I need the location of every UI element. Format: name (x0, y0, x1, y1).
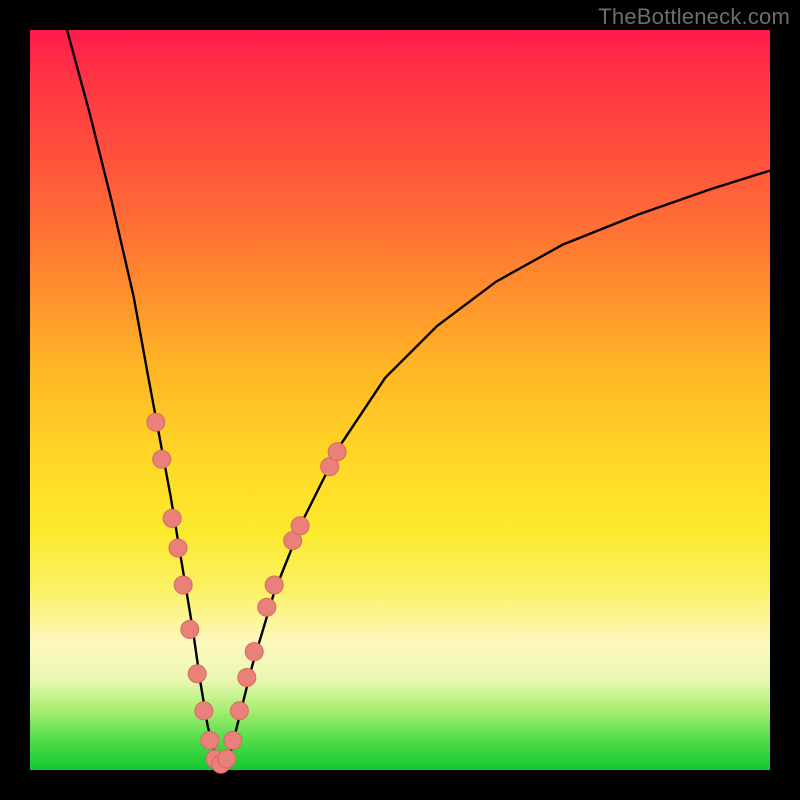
curve-marker (195, 702, 213, 720)
curve-marker (258, 598, 276, 616)
curve-marker (265, 576, 283, 594)
curve-marker (188, 665, 206, 683)
curve-markers (147, 413, 346, 773)
curve-marker (153, 450, 171, 468)
plot-area (30, 30, 770, 770)
curve-marker (181, 620, 199, 638)
curve-marker (245, 643, 263, 661)
curve-marker (238, 669, 256, 687)
curve-marker (147, 413, 165, 431)
curve-marker (169, 539, 187, 557)
curve-marker (230, 702, 248, 720)
bottleneck-curve (67, 30, 770, 766)
watermark-text: TheBottleneck.com (598, 4, 790, 30)
curve-marker (328, 443, 346, 461)
curve-marker (174, 576, 192, 594)
curve-marker (201, 731, 219, 749)
curve-marker (224, 731, 242, 749)
curve-marker (218, 750, 236, 768)
chart-frame: TheBottleneck.com (0, 0, 800, 800)
curve-marker (163, 509, 181, 527)
chart-svg (30, 30, 770, 770)
curve-marker (291, 517, 309, 535)
